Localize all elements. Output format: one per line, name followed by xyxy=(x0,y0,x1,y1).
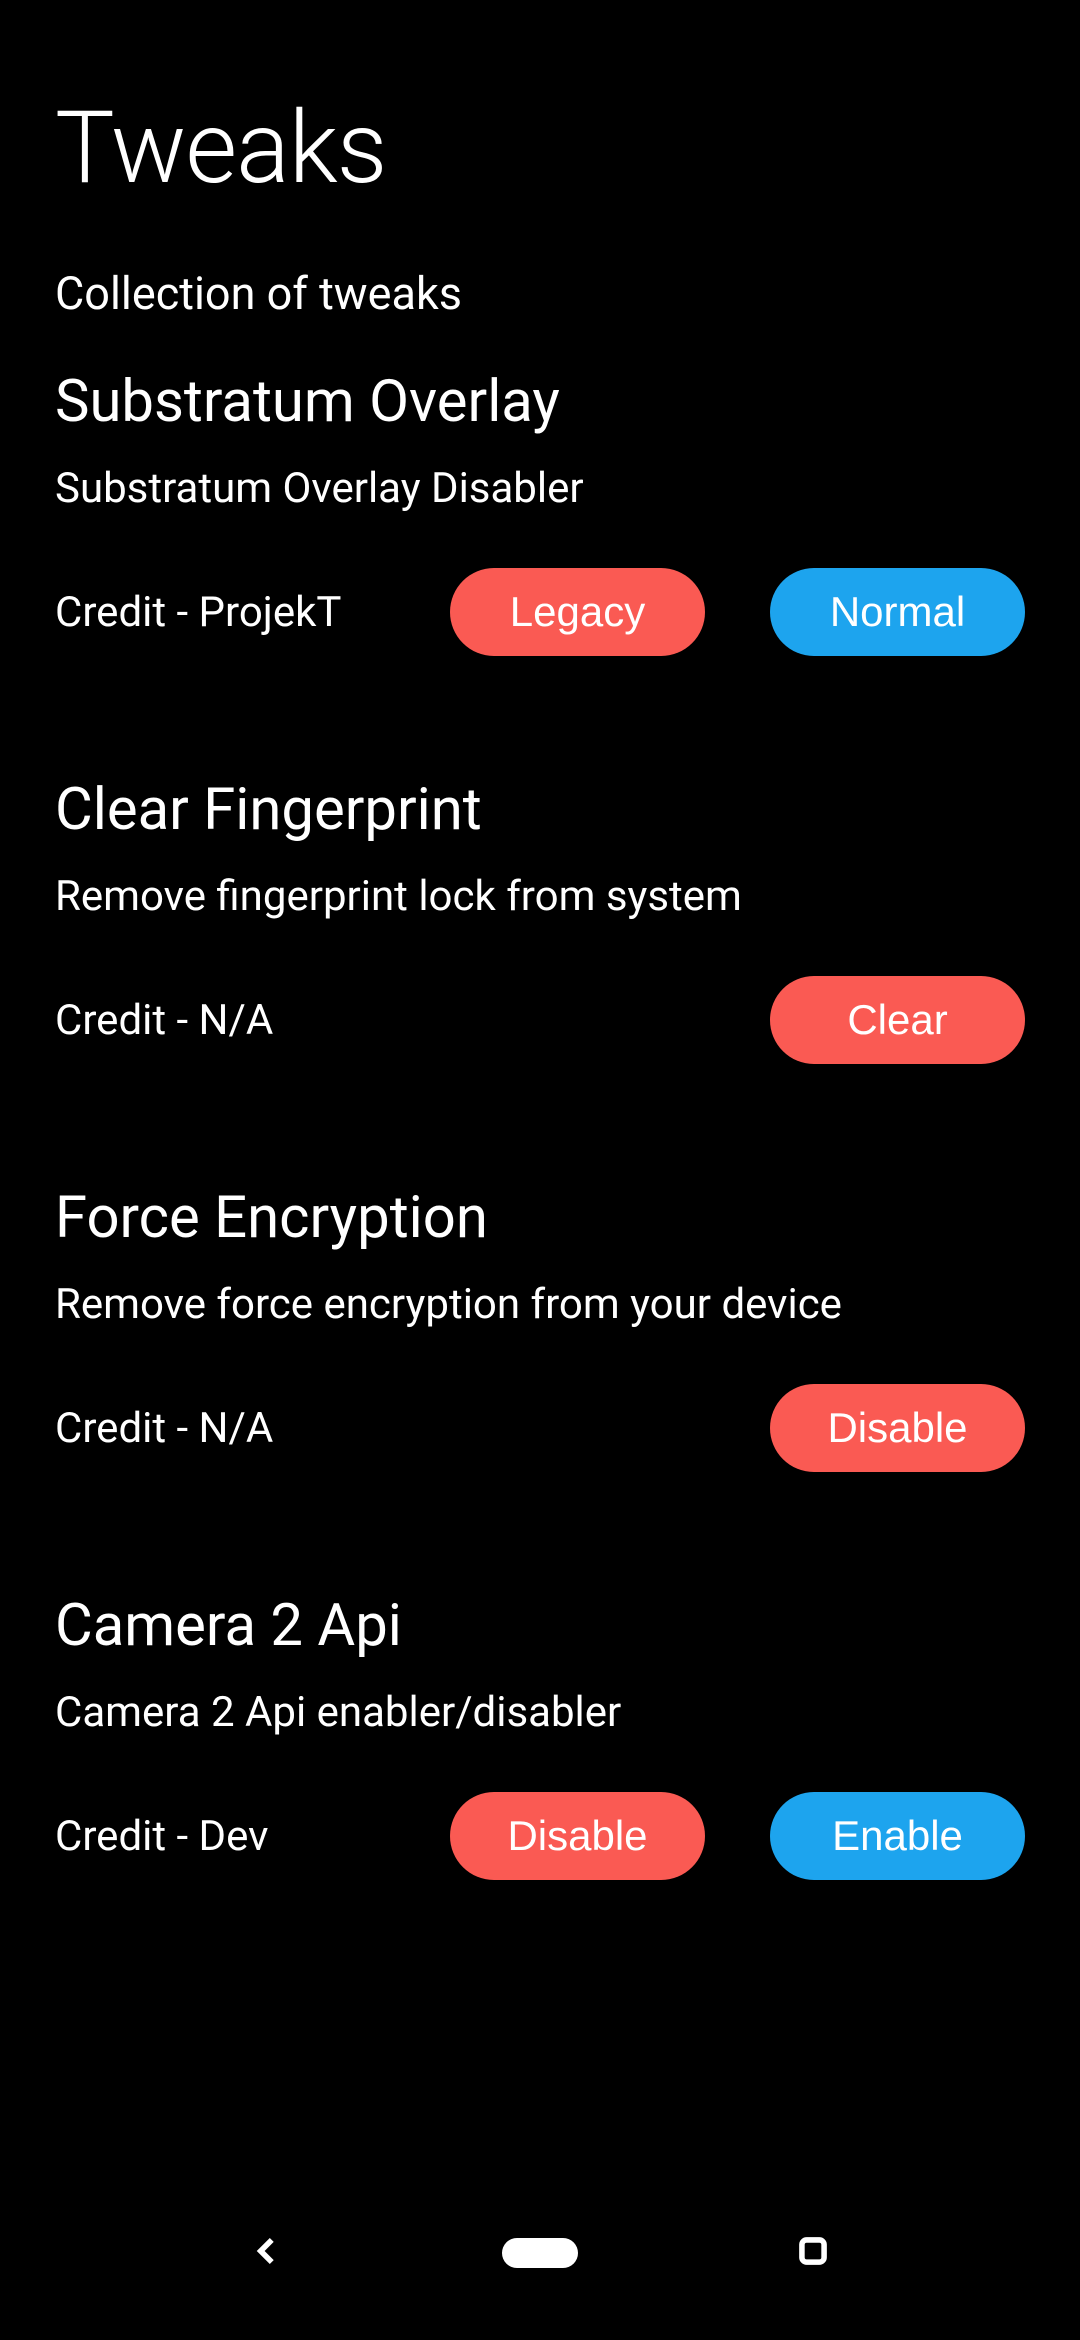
tweak-row: Credit - Dev Disable Enable xyxy=(55,1792,1025,1880)
back-icon[interactable] xyxy=(248,2232,286,2274)
tweak-camera2: Camera 2 Api Camera 2 Api enabler/disabl… xyxy=(55,1592,1025,1880)
enable-button[interactable]: Enable xyxy=(770,1792,1025,1880)
tweak-title: Camera 2 Api xyxy=(55,1592,1025,1660)
button-group: Clear xyxy=(770,976,1025,1064)
clear-button[interactable]: Clear xyxy=(770,976,1025,1064)
legacy-button[interactable]: Legacy xyxy=(450,568,705,656)
tweak-description: Camera 2 Api enabler/disabler xyxy=(55,1688,1025,1737)
disable-button[interactable]: Disable xyxy=(770,1384,1025,1472)
tweak-title: Clear Fingerprint xyxy=(55,776,1025,844)
tweak-row: Credit - N/A Disable xyxy=(55,1384,1025,1472)
main-content: Tweaks Collection of tweaks Substratum O… xyxy=(0,0,1080,1880)
credit-label: Credit - Dev xyxy=(55,1812,420,1861)
tweak-fingerprint: Clear Fingerprint Remove fingerprint loc… xyxy=(55,776,1025,1064)
home-button[interactable] xyxy=(502,2238,578,2268)
tweak-row: Credit - N/A Clear xyxy=(55,976,1025,1064)
page-subtitle: Collection of tweaks xyxy=(55,267,1025,320)
page-title: Tweaks xyxy=(55,90,1025,207)
credit-label: Credit - ProjekT xyxy=(55,588,420,637)
normal-button[interactable]: Normal xyxy=(770,568,1025,656)
credit-label: Credit - N/A xyxy=(55,1404,740,1453)
button-group: Disable xyxy=(770,1384,1025,1472)
navigation-bar xyxy=(0,2195,1080,2340)
tweak-row: Credit - ProjekT Legacy Normal xyxy=(55,568,1025,656)
tweak-title: Substratum Overlay xyxy=(55,368,1025,436)
tweak-title: Force Encryption xyxy=(55,1184,1025,1252)
tweak-encryption: Force Encryption Remove force encryption… xyxy=(55,1184,1025,1472)
credit-label: Credit - N/A xyxy=(55,996,740,1045)
recents-icon[interactable] xyxy=(794,2232,832,2274)
tweak-description: Remove force encryption from your device xyxy=(55,1280,1025,1329)
tweak-description: Remove fingerprint lock from system xyxy=(55,872,1025,921)
disable-button[interactable]: Disable xyxy=(450,1792,705,1880)
tweak-substratum: Substratum Overlay Substratum Overlay Di… xyxy=(55,368,1025,656)
tweak-description: Substratum Overlay Disabler xyxy=(55,464,1025,513)
button-group: Legacy Normal xyxy=(450,568,1025,656)
button-group: Disable Enable xyxy=(450,1792,1025,1880)
